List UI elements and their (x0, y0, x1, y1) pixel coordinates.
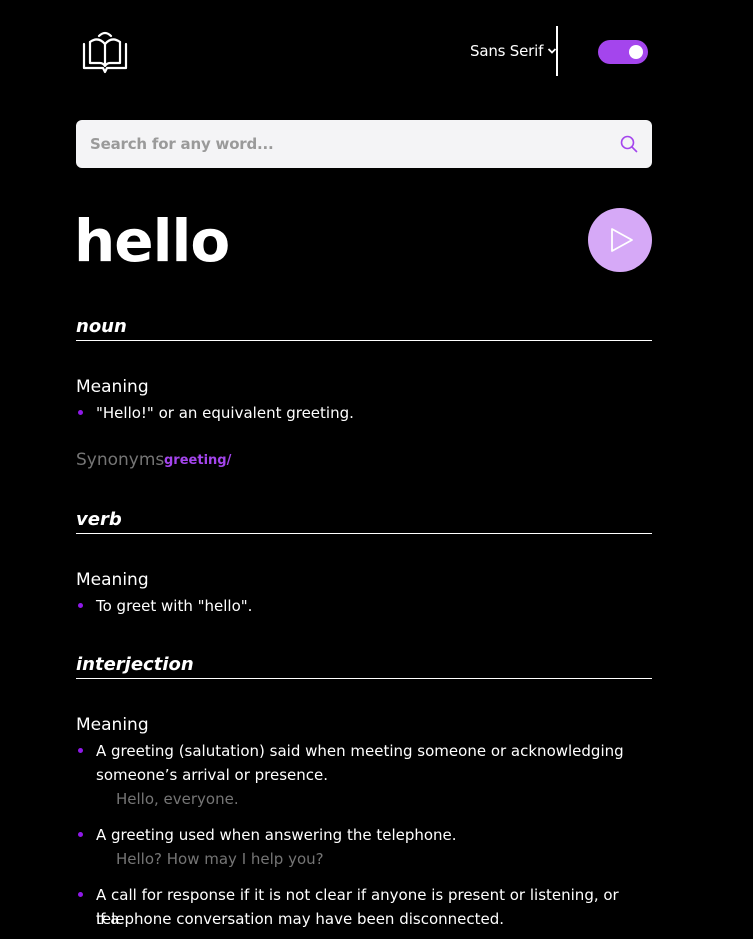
font-select[interactable]: Sans Serif (470, 42, 557, 60)
synonym-link[interactable]: greeting/ (164, 453, 231, 468)
definition-item: To greet with "hello". (96, 597, 253, 615)
bullet (78, 748, 83, 753)
bullet (78, 603, 83, 608)
meaning-label: Meaning (76, 715, 149, 735)
meaning-label: Meaning (76, 377, 149, 397)
search-icon[interactable] (620, 135, 638, 153)
search-bar[interactable]: Search for any word... (76, 120, 652, 168)
definition-item: A greeting used when answering the telep… (96, 826, 457, 844)
part-of-speech-verb: verb (76, 509, 122, 530)
definition-item: "Hello!" or an equivalent greeting. (96, 404, 354, 422)
synonyms-label: Synonyms (76, 450, 165, 470)
bullet (78, 410, 83, 415)
word-title: hello (74, 207, 230, 275)
header: Sans Serif (76, 26, 652, 76)
book-icon[interactable] (82, 30, 128, 74)
definition-item-line: telephone conversation may have been dis… (96, 910, 505, 928)
part-of-speech-interjection: interjection (76, 654, 194, 675)
bullet (78, 832, 83, 837)
play-icon (611, 228, 633, 252)
definition-example: Hello, everyone. (116, 790, 239, 808)
part-of-speech-noun: noun (76, 316, 127, 337)
dictionary-app: Sans Serif Search for any word... hello … (0, 0, 753, 939)
search-input[interactable]: Search for any word... (90, 135, 274, 153)
section-rule (76, 340, 652, 341)
section-rule (76, 678, 652, 679)
font-select-value: Sans Serif (470, 42, 544, 60)
theme-toggle[interactable] (598, 40, 648, 64)
definition-item-line: A greeting (salutation) said when meetin… (96, 742, 624, 760)
definition-example: Hello? How may I help you? (116, 850, 324, 868)
meaning-label: Meaning (76, 570, 149, 590)
toggle-knob (629, 45, 643, 59)
play-button[interactable] (588, 208, 652, 272)
section-rule (76, 533, 652, 534)
header-divider (556, 26, 558, 76)
bullet (78, 892, 83, 897)
definition-item-line: someone’s arrival or presence. (96, 766, 329, 784)
